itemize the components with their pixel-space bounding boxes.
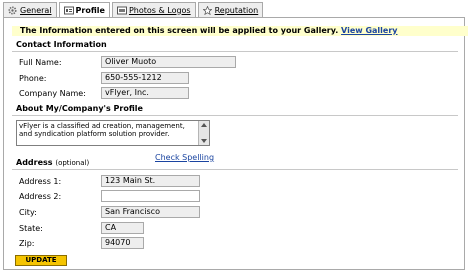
notice-text: The Information entered on this screen w… <box>20 26 339 35</box>
optional-note: (optional) <box>55 159 90 167</box>
full-name-field[interactable]: Oliver Muoto <box>101 56 236 68</box>
tab-reputation[interactable]: Reputation <box>197 2 264 17</box>
address2-field[interactable] <box>101 190 200 202</box>
gallery-notice: The Information entered on this screen w… <box>12 26 468 36</box>
tab-label: Reputation <box>214 5 259 15</box>
address1-field[interactable]: 123 Main St. <box>101 175 200 187</box>
divider <box>12 115 458 116</box>
check-spelling-link[interactable]: Check Spelling <box>155 153 214 162</box>
tab-bar: General Profile Photos & Logos Reputatio… <box>3 2 265 18</box>
tab-photos-logos[interactable]: Photos & Logos <box>111 2 196 17</box>
star-icon <box>202 5 212 15</box>
address2-label: Address 2: <box>19 192 62 201</box>
address1-label: Address 1: <box>19 177 62 186</box>
gear-icon <box>8 5 17 15</box>
state-field[interactable]: CA <box>101 222 144 234</box>
profile-section-title: About My/Company's Profile <box>16 104 143 113</box>
zip-field[interactable]: 94070 <box>101 237 144 249</box>
state-label: State: <box>19 224 43 233</box>
tab-general[interactable]: General <box>3 2 57 17</box>
profile-textarea[interactable]: vFlyer is a classified ad creation, mana… <box>16 120 210 146</box>
view-gallery-link[interactable]: View Gallery <box>341 26 397 35</box>
tab-label: Photos & Logos <box>128 5 191 15</box>
city-label: City: <box>19 208 37 217</box>
textarea-scrollbar[interactable] <box>198 121 209 145</box>
tab-label: General <box>20 5 52 15</box>
address-title: Address <box>16 158 53 167</box>
phone-field[interactable]: 650-555-1212 <box>101 72 189 84</box>
zip-label: Zip: <box>19 239 35 248</box>
scroll-down-icon[interactable] <box>201 139 207 143</box>
company-label: Company Name: <box>19 89 86 98</box>
city-field[interactable]: San Francisco <box>101 206 200 218</box>
divider <box>12 169 458 170</box>
tab-label: Profile <box>75 6 105 15</box>
tab-profile[interactable]: Profile <box>58 2 110 18</box>
full-name-label: Full Name: <box>19 58 62 67</box>
address-section-title: Address (optional) <box>16 158 89 168</box>
update-button[interactable]: UPDATE <box>15 255 67 266</box>
photo-icon <box>116 6 127 15</box>
company-field[interactable]: vFlyer, Inc. <box>101 87 189 99</box>
contact-section-title: Contact Information <box>16 40 107 49</box>
divider <box>12 51 458 52</box>
profile-text: vFlyer is a classified ad creation, mana… <box>19 122 185 138</box>
profile-card-icon <box>63 6 74 15</box>
scroll-up-icon[interactable] <box>201 123 207 127</box>
phone-label: Phone: <box>19 74 47 83</box>
